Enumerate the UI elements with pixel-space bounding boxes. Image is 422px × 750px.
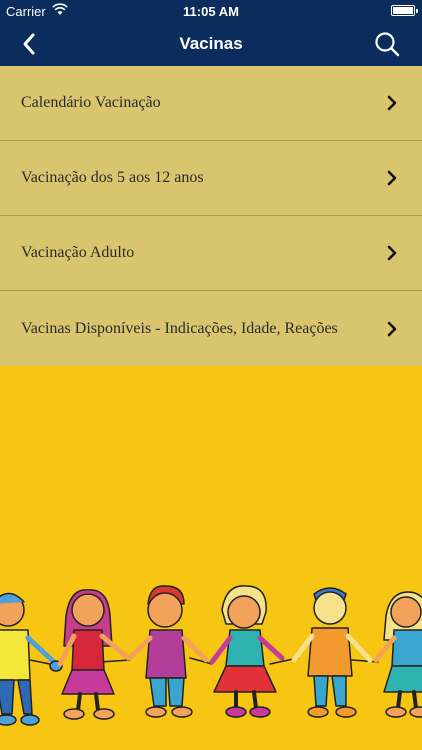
menu-item-calendario[interactable]: Calendário Vacinação	[0, 66, 422, 141]
status-bar: Carrier 11:05 AM	[0, 0, 422, 22]
search-icon[interactable]	[374, 31, 400, 57]
chevron-right-icon	[387, 95, 397, 111]
chevron-right-icon	[387, 170, 397, 186]
menu-item-5-12-anos[interactable]: Vacinação dos 5 aos 12 anos	[0, 141, 422, 216]
menu-item-label: Calendário Vacinação	[21, 94, 161, 111]
page-title: Vacinas	[179, 34, 243, 53]
menu-item-vacinas-disponiveis[interactable]: Vacinas Disponíveis - Indicações, Idade,…	[0, 291, 422, 366]
children-holding-hands-illustration	[0, 585, 422, 726]
vaccine-menu-list: Calendário Vacinação Vacinação dos 5 aos…	[0, 66, 422, 366]
menu-item-label: Vacinas Disponíveis - Indicações, Idade,…	[21, 319, 338, 337]
chevron-right-icon	[387, 245, 397, 261]
battery-icon	[391, 5, 418, 16]
navigation-bar: Vacinas	[0, 22, 422, 66]
menu-item-adulto[interactable]: Vacinação Adulto	[0, 216, 422, 291]
status-time: 11:05 AM	[183, 4, 239, 19]
menu-item-label: Vacinação Adulto	[21, 244, 135, 261]
chevron-right-icon	[387, 321, 397, 336]
menu-item-label: Vacinação dos 5 aos 12 anos	[21, 169, 204, 186]
